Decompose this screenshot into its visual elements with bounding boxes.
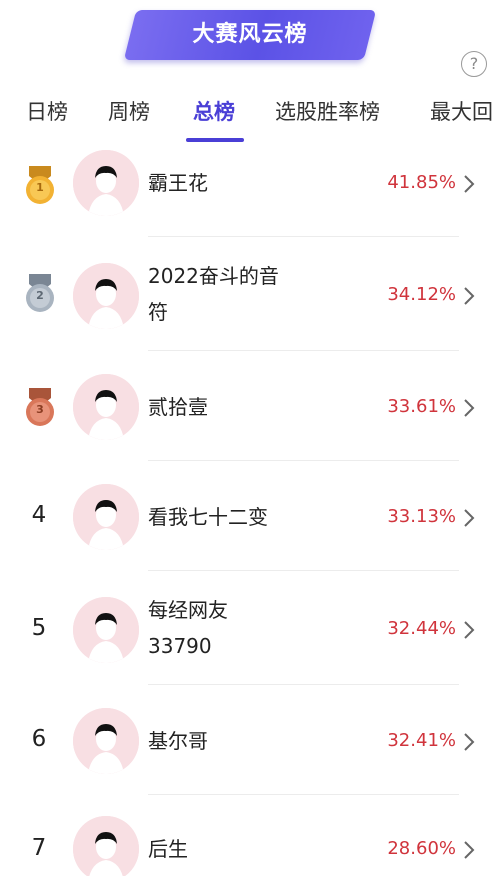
ranking-row[interactable]: 5 每经网友 33790 32.44% <box>0 594 499 684</box>
win-rate-value: 28.60% <box>387 838 456 859</box>
win-rate-value: 33.13% <box>387 506 456 527</box>
chevron-right-icon <box>461 732 477 752</box>
row-divider <box>148 350 459 351</box>
tab-daily[interactable]: 日榜 <box>26 96 68 126</box>
avatar <box>73 597 139 663</box>
win-rate-value: 41.85% <box>387 172 456 193</box>
active-tab-indicator <box>186 138 244 142</box>
medal-rank-label: 3 <box>36 403 44 416</box>
row-divider <box>148 684 459 685</box>
user-name-line2: 33790 <box>148 634 212 658</box>
user-name: 每经网友 <box>148 598 228 622</box>
tab-overall[interactable]: 总榜 <box>193 96 235 126</box>
ranking-row[interactable]: 2 2022奋斗的音 符 34.12% <box>0 260 499 350</box>
user-name: 贰拾壹 <box>148 395 208 419</box>
rank-number: 6 <box>31 726 47 752</box>
avatar <box>73 708 139 774</box>
user-name: 基尔哥 <box>148 729 208 753</box>
user-name: 霸王花 <box>148 171 208 195</box>
ranking-row[interactable]: 1 霸王花 41.85% <box>0 150 499 238</box>
chevron-right-icon <box>461 286 477 306</box>
win-rate-value: 32.44% <box>387 618 456 639</box>
ranking-tabs: 日榜 周榜 总榜 选股胜率榜 最大回 <box>0 88 499 144</box>
avatar <box>73 263 139 329</box>
chevron-right-icon <box>461 174 477 194</box>
help-icon[interactable]: ? <box>461 51 487 77</box>
chevron-right-icon <box>461 840 477 860</box>
banner-title: 大赛风云榜 <box>192 22 308 47</box>
rank-number: 4 <box>31 502 47 528</box>
rank-number: 5 <box>31 615 47 641</box>
tab-weekly[interactable]: 周榜 <box>108 96 150 126</box>
ranking-row[interactable]: 6 基尔哥 32.41% <box>0 708 499 796</box>
rank-number: 7 <box>31 835 47 861</box>
tab-max-drawdown[interactable]: 最大回 <box>430 96 493 126</box>
avatar <box>73 150 139 216</box>
user-name: 看我七十二变 <box>148 505 268 529</box>
user-name: 2022奋斗的音 <box>148 264 279 288</box>
row-divider <box>148 460 459 461</box>
chevron-right-icon <box>461 620 477 640</box>
chevron-right-icon <box>461 508 477 528</box>
row-divider <box>148 570 459 571</box>
win-rate-value: 33.61% <box>387 396 456 417</box>
user-name: 后生 <box>148 837 188 861</box>
tab-win-rate[interactable]: 选股胜率榜 <box>275 96 380 126</box>
win-rate-value: 32.41% <box>387 730 456 751</box>
ranking-row[interactable]: 7 后生 28.60% <box>0 816 499 876</box>
row-divider <box>148 236 459 237</box>
ranking-row[interactable]: 3 贰拾壹 33.61% <box>0 374 499 462</box>
user-name-line2: 符 <box>148 300 168 324</box>
win-rate-value: 34.12% <box>387 284 456 305</box>
ranking-row[interactable]: 4 看我七十二变 33.13% <box>0 484 499 572</box>
avatar <box>73 816 139 876</box>
chevron-right-icon <box>461 398 477 418</box>
row-divider <box>148 794 459 795</box>
medal-rank-label: 2 <box>36 289 44 302</box>
avatar <box>73 374 139 440</box>
avatar <box>73 484 139 550</box>
medal-rank-label: 1 <box>36 181 44 194</box>
